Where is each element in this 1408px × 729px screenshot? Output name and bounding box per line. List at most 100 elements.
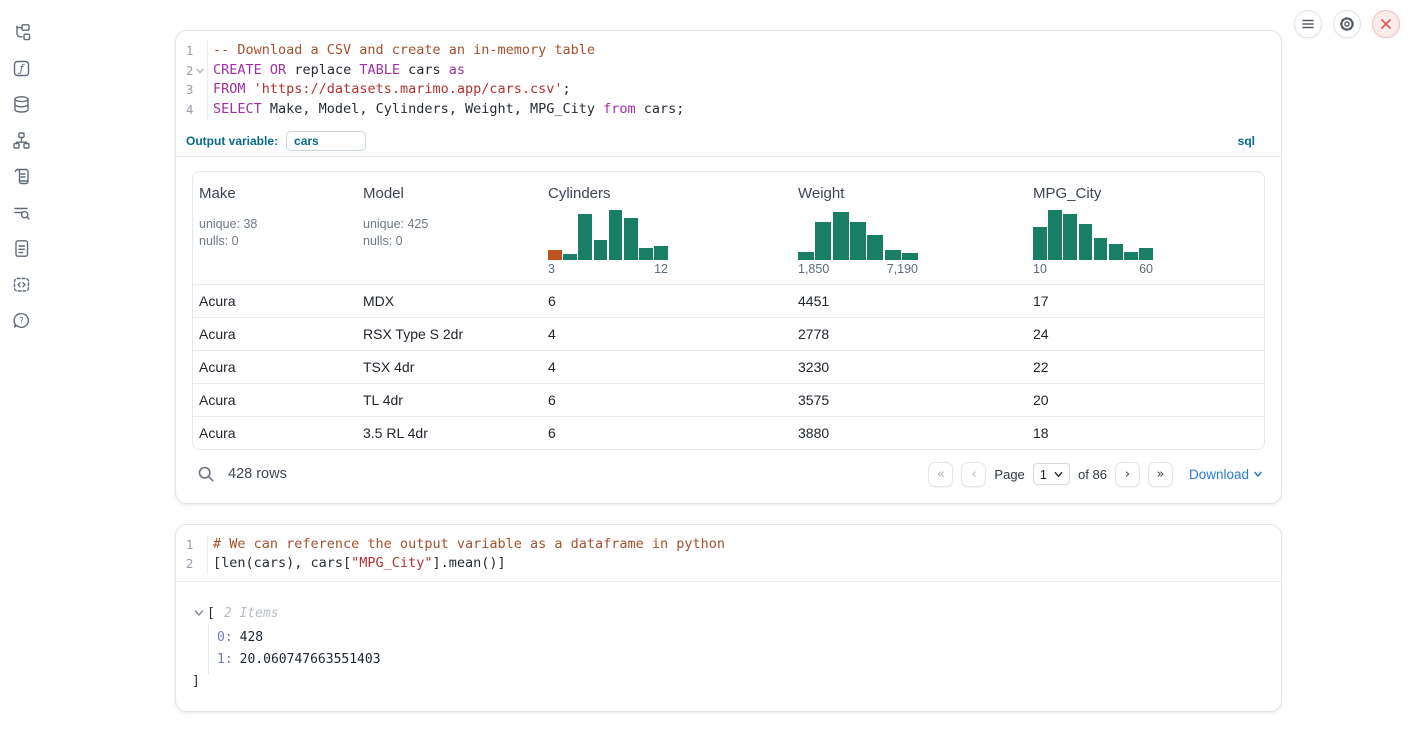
snippets-icon[interactable] xyxy=(11,274,31,294)
output-variable-input[interactable] xyxy=(286,131,366,151)
fold-chevron-icon[interactable] xyxy=(193,67,207,75)
table-cell: 22 xyxy=(1027,350,1264,383)
code-token: 'https://datasets.marimo.app/cars.csv' xyxy=(254,81,563,97)
table-header-row: Makeunique: 38nulls: 0Modelunique: 425nu… xyxy=(193,172,1264,284)
table-cell: 4 xyxy=(542,317,792,350)
code-token: OR xyxy=(270,62,286,78)
first-page-button[interactable]: « xyxy=(928,462,953,487)
code-token: ].mean()] xyxy=(432,555,505,571)
dependencies-icon[interactable] xyxy=(11,130,31,150)
page-select[interactable]: 1 xyxy=(1033,463,1070,485)
next-page-button[interactable]: › xyxy=(1115,462,1140,487)
table-cell: 4451 xyxy=(792,284,1027,317)
column-header-make[interactable]: Makeunique: 38nulls: 0 xyxy=(193,172,357,284)
page-total-label: of 86 xyxy=(1078,467,1107,482)
histogram-bar xyxy=(1033,227,1047,260)
data-table-panel: Makeunique: 38nulls: 0Modelunique: 425nu… xyxy=(192,171,1265,450)
column-header-mpg_city[interactable]: MPG_City1060 xyxy=(1027,172,1264,284)
notebook-actions xyxy=(1294,10,1400,38)
line-number: 1 xyxy=(176,535,193,555)
histogram-bar xyxy=(798,252,814,260)
code-line: SELECT Make, Model, Cylinders, Weight, M… xyxy=(213,100,684,120)
code-line: CREATE OR replace TABLE cars as xyxy=(213,61,684,81)
download-button[interactable]: Download xyxy=(1189,467,1263,482)
table-cell: MDX xyxy=(357,284,542,317)
output-variable-label: Output variable: xyxy=(186,134,278,148)
chevron-down-icon xyxy=(1253,469,1263,479)
line-number: 4 xyxy=(176,100,193,120)
table-cell: Acura xyxy=(193,416,357,449)
code-line: -- Download a CSV and create an in-memor… xyxy=(213,41,684,61)
axis-max-label: 7,190 xyxy=(887,262,918,276)
page-label: Page xyxy=(994,467,1024,482)
histogram-bar xyxy=(833,212,849,260)
python-cell-output: [ 2 Items 0:4281:20.060747663551403 ] xyxy=(176,582,1281,711)
data-table: Makeunique: 38nulls: 0Modelunique: 425nu… xyxy=(193,172,1264,449)
code-token: Make, Model, Cylinders, Weight, MPG_City xyxy=(262,101,603,117)
tree-value: 428 xyxy=(240,630,263,645)
histogram-bar xyxy=(594,240,608,260)
file-tree-icon[interactable] xyxy=(11,22,31,42)
python-cell: 12# We can reference the output variable… xyxy=(175,524,1282,712)
axis-max-label: 12 xyxy=(654,262,668,276)
histogram-axis: 10 60 xyxy=(1033,262,1153,276)
histogram-bars xyxy=(1033,210,1153,260)
tree-collapse-icon[interactable] xyxy=(192,608,205,618)
tree-root: [ 2 Items xyxy=(192,602,1265,624)
prev-page-button[interactable]: ‹ xyxy=(961,462,986,487)
scroll-outline-icon[interactable] xyxy=(11,166,31,186)
axis-min-label: 10 xyxy=(1033,262,1047,276)
chevron-down-icon xyxy=(1054,470,1063,479)
column-header-model[interactable]: Modelunique: 425nulls: 0 xyxy=(357,172,542,284)
column-stat: unique: 38 xyxy=(199,216,349,233)
column-header-weight[interactable]: Weight1,8507,190 xyxy=(792,172,1027,284)
histogram-axis: 3 12 xyxy=(548,262,668,276)
datasources-icon[interactable] xyxy=(11,94,31,114)
histogram-bar xyxy=(639,248,653,260)
histogram-bar xyxy=(1048,210,1062,260)
search-icon[interactable] xyxy=(196,464,216,484)
column-stats: unique: 425nulls: 0 xyxy=(363,216,534,250)
line-number: 2 xyxy=(176,554,193,574)
functions-icon[interactable]: ƒ xyxy=(11,58,31,78)
histogram-bar xyxy=(815,222,831,260)
histogram-bar xyxy=(624,218,638,260)
code-token xyxy=(246,81,254,97)
sql-code-editor[interactable]: 1234-- Download a CSV and create an in-m… xyxy=(176,31,1281,127)
code-token: replace xyxy=(286,62,359,78)
code-content: -- Download a CSV and create an in-memor… xyxy=(208,41,684,120)
tree-open-bracket: [ xyxy=(207,606,215,621)
code-line: [len(cars), cars["MPG_City"].mean()] xyxy=(213,554,725,574)
shutdown-close-icon[interactable] xyxy=(1372,10,1400,38)
gutter-row: 2 xyxy=(176,61,207,81)
code-token: "MPG_City" xyxy=(351,555,432,571)
code-token: as xyxy=(449,62,465,78)
column-title: Make xyxy=(199,185,349,202)
svg-text:?: ? xyxy=(19,316,24,326)
histogram-bar xyxy=(1094,238,1108,260)
table-cell: 6 xyxy=(542,284,792,317)
documentation-icon[interactable] xyxy=(11,238,31,258)
column-header-cylinders[interactable]: Cylinders 3 12 xyxy=(542,172,792,284)
settings-gear-icon[interactable] xyxy=(1333,10,1361,38)
line-number-gutter: 12 xyxy=(176,535,208,574)
axis-min-label: 3 xyxy=(548,262,555,276)
table-cell: 20 xyxy=(1027,383,1264,416)
table-cell: 3880 xyxy=(792,416,1027,449)
code-token: cars xyxy=(400,62,449,78)
last-page-button[interactable]: » xyxy=(1148,462,1173,487)
logs-search-icon[interactable] xyxy=(11,202,31,222)
menu-icon[interactable] xyxy=(1294,10,1322,38)
sql-cell: 1234-- Download a CSV and create an in-m… xyxy=(175,30,1282,504)
histogram-bar xyxy=(1124,252,1138,260)
axis-max-label: 60 xyxy=(1139,262,1153,276)
code-token: [len(cars), cars[ xyxy=(213,555,351,571)
code-line: FROM 'https://datasets.marimo.app/cars.c… xyxy=(213,80,684,100)
column-title: Cylinders xyxy=(548,185,784,202)
table-cell: 17 xyxy=(1027,284,1264,317)
code-token: FROM xyxy=(213,81,246,97)
python-code-editor[interactable]: 12# We can reference the output variable… xyxy=(176,525,1281,582)
help-chat-icon[interactable]: ? xyxy=(11,310,31,330)
column-histogram: 3 12 xyxy=(548,210,668,276)
histogram-bar xyxy=(578,214,592,260)
